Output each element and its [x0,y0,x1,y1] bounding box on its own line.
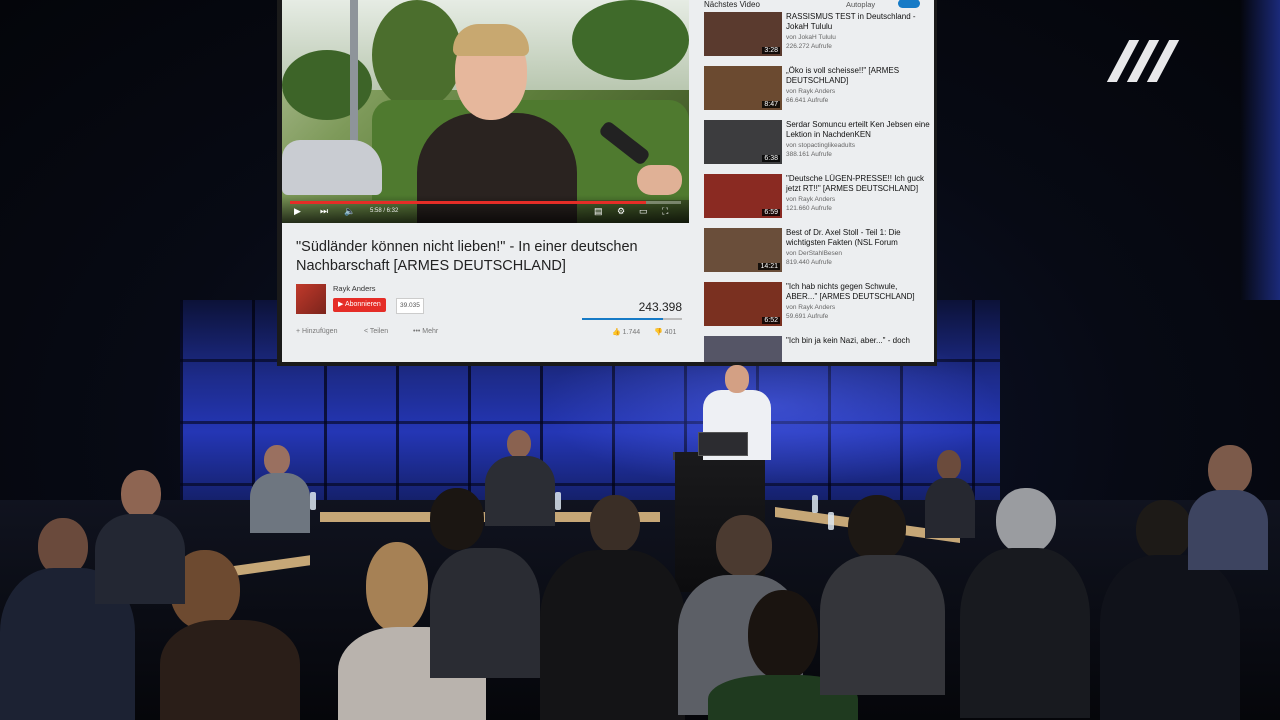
conference-hall-scene: ▶ ⏭ 🔈 5:58 / 6:32 ▤ ⚙ ▭ ⛶ "Südländer kön… [0,0,1280,720]
speaker-laptop [698,432,748,456]
share-label: Teilen [369,328,389,335]
up-next-item[interactable]: 6:59 "Deutsche LÜGEN-PRESSE!! Ich guck je… [704,174,930,222]
up-next-thumbnail[interactable] [704,336,782,362]
up-next-views: 66.641 Aufrufe [786,97,829,104]
up-next-channel: von Rayk Anders [786,196,836,203]
up-next-item[interactable]: 6:38 Serdar Somuncu erteilt Ken Jebsen ei… [704,120,930,168]
video-duration: 14:21 [758,263,780,270]
more-label: Mehr [422,328,439,335]
thumbs-down-icon: 👎 [654,329,665,336]
like-ratio-fill [582,318,663,320]
projected-youtube-page: ▶ ⏭ 🔈 5:58 / 6:32 ▤ ⚙ ▭ ⛶ "Südländer kön… [282,0,934,362]
up-next-title[interactable]: Best of Dr. Axel Stoll - Teil 1: Die wic… [786,228,930,248]
video-duration: 3:28 [762,47,780,54]
up-next-thumbnail[interactable]: 3:28 [704,12,782,56]
up-next-views: 388.161 Aufrufe [786,151,832,158]
subscribe-label: Abonnieren [344,301,381,308]
like-button[interactable]: 👍 1.744 [612,328,640,336]
video-hand [637,165,682,195]
more-dots-icon: ••• [413,328,423,335]
subscribe-button[interactable]: ▶ Abonnieren [333,298,386,312]
theater-mode-icon[interactable]: ▭ [639,206,648,217]
up-next-item[interactable]: 3:28 RASSISMUS TEST in Deutschland - Joka… [704,12,930,60]
up-next-title[interactable]: "Ich hab nichts gegen Schwule, ABER..." … [786,282,930,302]
up-next-sidebar: Nächstes Video Autoplay 3:28 RASSISMUS TE… [700,0,934,362]
video-tree [282,50,372,120]
thumbs-up-icon: 👍 [612,329,623,336]
up-next-thumbnail[interactable]: 6:59 [704,174,782,218]
up-next-views: 59.691 Aufrufe [786,313,829,320]
broadcaster-logo [1106,40,1180,82]
channel-name[interactable]: Rayk Anders [333,284,376,293]
up-next-views: 226.272 Aufrufe [786,43,832,50]
up-next-channel: von Rayk Anders [786,88,836,95]
video-car [282,140,382,195]
share-button[interactable]: < Teilen [364,328,388,335]
water-bottle [555,492,561,510]
video-time: 5:58 / 6:32 [370,208,399,214]
up-next-views: 819.440 Aufrufe [786,259,832,266]
up-next-views: 121.660 Aufrufe [786,205,832,212]
add-to-button[interactable]: + Hinzufügen [296,328,337,335]
video-title: "Südländer können nicht lieben!" - In ei… [296,239,638,274]
up-next-item[interactable]: 8:47 „Öko is voll scheisse!!" [ARMES DEUT… [704,66,930,114]
dislike-count: 401 [664,329,677,336]
settings-gear-icon[interactable]: ⚙ [617,206,625,217]
up-next-thumbnail[interactable]: 6:38 [704,120,782,164]
up-next-thumbnail[interactable]: 14:21 [704,228,782,272]
video-tree [572,0,689,80]
video-duration: 8:47 [762,101,780,108]
video-progress-fill [290,201,646,204]
up-next-thumbnail[interactable]: 8:47 [704,66,782,110]
video-player[interactable]: ▶ ⏭ 🔈 5:58 / 6:32 ▤ ⚙ ▭ ⛶ [282,0,689,223]
like-count: 1.744 [622,329,641,336]
next-icon[interactable]: ⏭ [320,206,328,217]
water-bottle [310,492,316,510]
up-next-item[interactable]: "Ich bin ja kein Nazi, aber..." - doch [704,336,930,362]
subscriber-count: 39.035 [396,298,424,314]
up-next-title[interactable]: „Öko is voll scheisse!!" [ARMES DEUTSCHL… [786,66,930,86]
water-bottle [828,512,834,530]
up-next-channel: von JokaH Tululu [786,34,836,41]
up-next-item[interactable]: 6:52 "Ich hab nichts gegen Schwule, ABER.… [704,282,930,330]
up-next-title[interactable]: RASSISMUS TEST in Deutschland - JokaH Tu… [786,12,930,32]
up-next-item[interactable]: 14:21 Best of Dr. Axel Stoll - Teil 1: Di… [704,228,930,276]
add-to-label: Hinzufügen [302,328,338,335]
video-duration: 6:52 [762,317,780,324]
video-progress-bar[interactable] [290,201,681,204]
up-next-channel: von DerStahlBesen [786,250,843,257]
autoplay-label: Autoplay [846,0,876,9]
up-next-thumbnail[interactable]: 6:52 [704,282,782,326]
volume-icon[interactable]: 🔈 [344,206,355,217]
more-button[interactable]: ••• Mehr [413,328,438,335]
dislike-button[interactable]: 👎 401 [654,328,676,336]
up-next-title[interactable]: Serdar Somuncu erteilt Ken Jebsen eine L… [786,120,930,140]
up-next-heading: Nächstes Video [704,0,760,9]
video-duration: 6:38 [762,155,780,162]
autoplay-toggle[interactable] [898,0,920,8]
up-next-channel: von stopactinglikeadults [786,142,856,149]
fullscreen-icon[interactable]: ⛶ [662,206,668,217]
subtitles-icon[interactable]: ▤ [594,206,603,217]
video-interviewee [417,24,577,223]
water-bottle [812,495,818,513]
up-next-title[interactable]: "Ich bin ja kein Nazi, aber..." - doch [786,336,930,346]
view-count: 243.398 [638,300,682,314]
side-wall-light [1240,0,1280,300]
up-next-channel: von Rayk Anders [786,304,836,311]
channel-avatar[interactable] [296,284,326,314]
up-next-title[interactable]: "Deutsche LÜGEN-PRESSE!! Ich guck jetzt … [786,174,930,194]
play-icon[interactable]: ▶ [294,206,301,217]
video-duration: 6:59 [762,209,780,216]
like-ratio-bar [582,318,682,320]
